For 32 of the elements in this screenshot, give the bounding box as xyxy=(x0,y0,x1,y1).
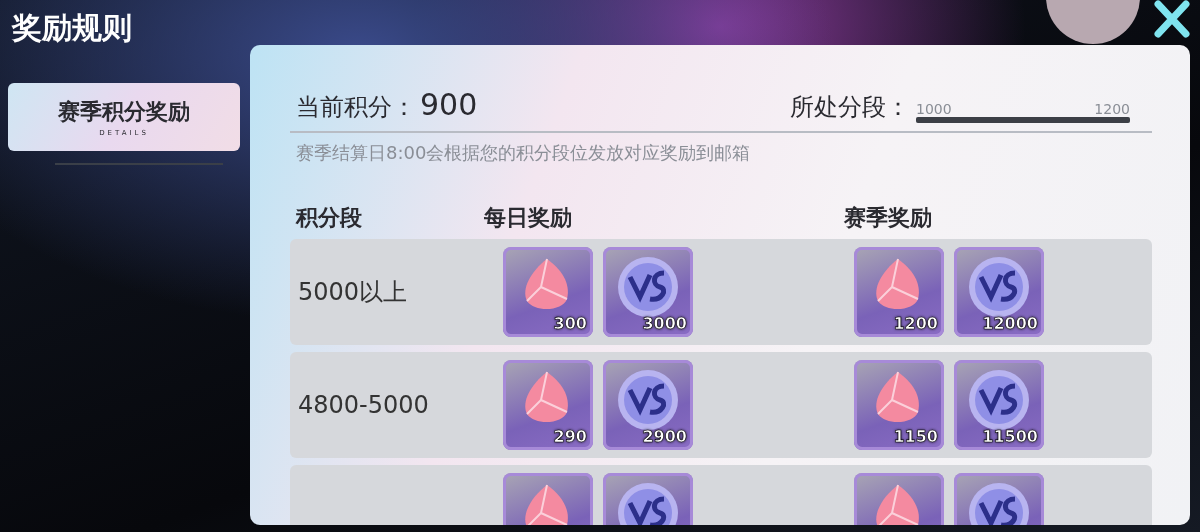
reward-amount: 3000 xyxy=(642,314,687,333)
score-range: 5000以上 xyxy=(298,277,409,308)
column-header: 赛季奖励 xyxy=(844,204,933,232)
reward-amount: 11500 xyxy=(982,427,1038,446)
vs-coin-icon xyxy=(616,368,680,432)
score-label: 当前积分： xyxy=(296,93,416,121)
settlement-note: 赛季结算日8:00会根据您的积分段位发放对应奖励到邮箱 xyxy=(295,141,752,165)
reward-item[interactable]: 2900 xyxy=(603,360,693,450)
reward-amount: 300 xyxy=(553,314,587,333)
reward-item[interactable]: 11500 xyxy=(954,360,1044,450)
close-button[interactable] xyxy=(1152,0,1192,40)
reward-amount: 1200 xyxy=(893,314,938,333)
close-icon xyxy=(1152,0,1192,40)
reward-amount: 1150 xyxy=(893,427,938,446)
vs-coin-icon xyxy=(616,255,680,319)
reward-item[interactable]: 300 xyxy=(503,247,593,337)
reward-item[interactable]: 12000 xyxy=(954,247,1044,337)
score-value: 900 xyxy=(420,87,478,122)
reward-amount: 2900 xyxy=(642,427,687,446)
reward-amount: 290 xyxy=(553,427,587,446)
reward-item[interactable]: 1200 xyxy=(854,247,944,337)
column-header: 每日奖励 xyxy=(484,204,573,232)
reward-item[interactable]: 1150 xyxy=(854,360,944,450)
tier-max: 1200 xyxy=(1094,101,1130,117)
column-header: 积分段 xyxy=(296,204,363,232)
page-title: 奖励规则 xyxy=(10,9,132,45)
score-range: 4800-5000 xyxy=(298,391,430,419)
reward-amount: 12000 xyxy=(982,314,1038,333)
tier-label: 所处分段： xyxy=(790,92,910,123)
reward-item[interactable]: 3000 xyxy=(603,247,693,337)
tier-min: 1000 xyxy=(916,101,952,117)
reward-item[interactable]: 290 xyxy=(503,360,593,450)
